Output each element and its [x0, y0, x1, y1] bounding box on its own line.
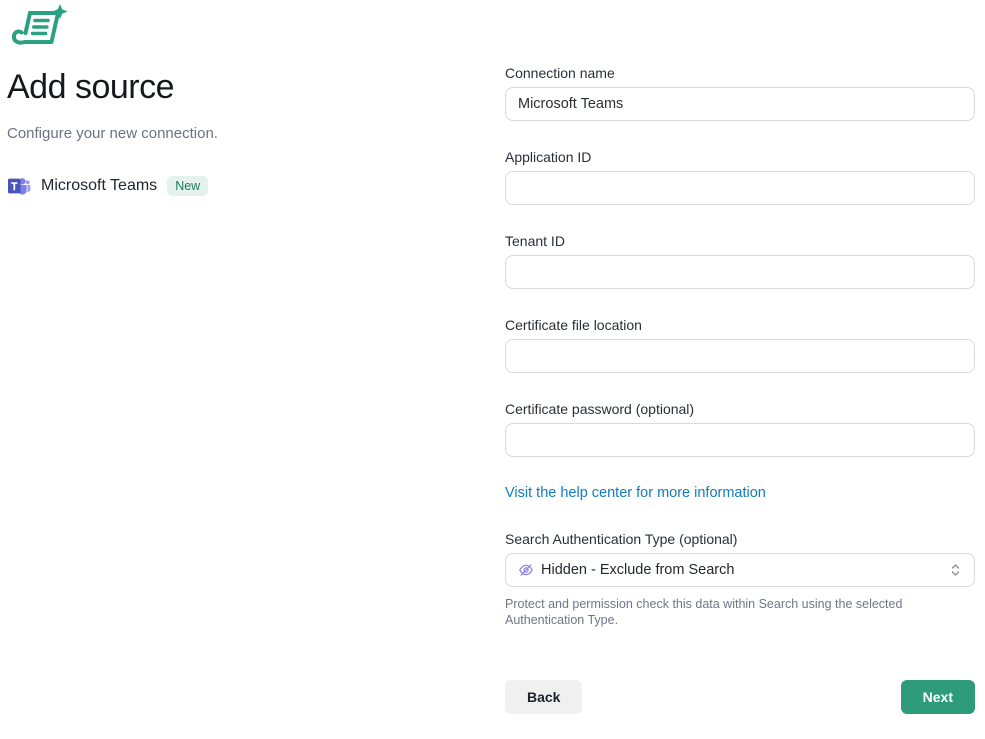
microsoft-teams-icon — [7, 174, 31, 198]
search-auth-type-label: Search Authentication Type (optional) — [505, 530, 975, 548]
new-badge: New — [167, 176, 208, 196]
page-title: Add source — [7, 66, 457, 108]
search-auth-type-select[interactable]: Hidden - Exclude from Search — [505, 553, 975, 587]
add-source-page: Add source Configure your new connection… — [0, 0, 985, 739]
tenant-id-input[interactable] — [505, 255, 975, 289]
application-id-input[interactable] — [505, 171, 975, 205]
page-subtitle: Configure your new connection. — [7, 124, 457, 144]
connection-name-field: Connection name — [505, 64, 975, 121]
intro-panel: Add source Configure your new connection… — [7, 66, 457, 198]
search-auth-type-value: Hidden - Exclude from Search — [541, 562, 942, 578]
search-auth-type-helper: Protect and permission check this data w… — [505, 596, 975, 628]
chevron-up-down-icon — [949, 562, 962, 578]
certificate-password-label: Certificate password (optional) — [505, 400, 975, 418]
selected-source-row: Microsoft Teams New — [7, 174, 457, 198]
certificate-file-location-label: Certificate file location — [505, 316, 975, 334]
back-button[interactable]: Back — [505, 680, 582, 714]
tenant-id-label: Tenant ID — [505, 232, 975, 250]
search-auth-type-field: Search Authentication Type (optional) Hi… — [505, 530, 975, 628]
connection-form: Connection name Application ID Tenant ID… — [505, 64, 975, 714]
help-center-link[interactable]: Visit the help center for more informati… — [505, 485, 766, 501]
certificate-password-input[interactable] — [505, 423, 975, 457]
connection-name-label: Connection name — [505, 64, 975, 82]
brand-logo-icon — [8, 4, 70, 48]
connection-name-input[interactable] — [505, 87, 975, 121]
certificate-file-location-input[interactable] — [505, 339, 975, 373]
tenant-id-field: Tenant ID — [505, 232, 975, 289]
certificate-password-field: Certificate password (optional) — [505, 400, 975, 457]
eye-off-icon — [518, 562, 534, 578]
source-name: Microsoft Teams — [41, 177, 157, 195]
certificate-file-location-field: Certificate file location — [505, 316, 975, 373]
form-actions: Back Next — [505, 680, 975, 714]
application-id-field: Application ID — [505, 148, 975, 205]
next-button[interactable]: Next — [901, 680, 975, 714]
application-id-label: Application ID — [505, 148, 975, 166]
